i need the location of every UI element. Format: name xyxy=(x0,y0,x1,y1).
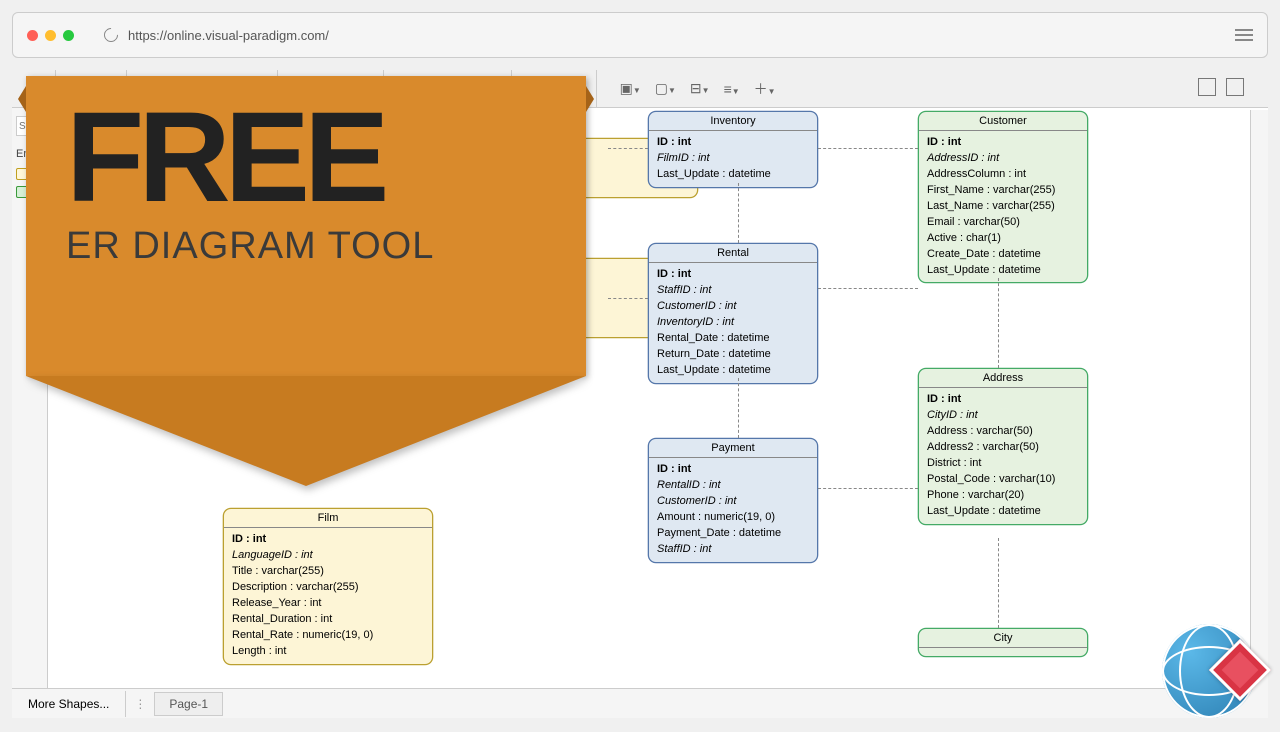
entity-attribute: Phone : varchar(20) xyxy=(927,488,1079,504)
front-icon[interactable]: ▣▼ xyxy=(617,77,644,100)
entity-attribute: Rental_Date : datetime xyxy=(657,331,809,347)
entity-attribute: ID : int xyxy=(927,392,1079,408)
more-shapes-button[interactable]: More Shapes... xyxy=(12,691,126,717)
align-icon[interactable]: ⊟▼ xyxy=(687,77,713,100)
connector[interactable] xyxy=(818,288,918,289)
footer: More Shapes... ⋮ Page-1 xyxy=(12,688,1268,718)
entity-inventory[interactable]: Inventory ID : intFilmID : intLast_Updat… xyxy=(648,111,818,188)
right-scroll-panel[interactable] xyxy=(1250,110,1268,690)
entity-film[interactable]: Film ID : intLanguageID : intTitle : var… xyxy=(223,508,433,665)
entity-attribute: Release_Year : int xyxy=(232,596,424,612)
minimize-icon[interactable] xyxy=(45,30,56,41)
back-icon[interactable]: ▢▼ xyxy=(652,77,679,100)
entity-attribute: Return_Date : datetime xyxy=(657,347,809,363)
connector[interactable] xyxy=(738,378,739,438)
entity-attribute: LanguageID : int xyxy=(232,548,424,564)
entity-attribute: Create_Date : datetime xyxy=(927,247,1079,263)
entity-attribute: Amount : numeric(19, 0) xyxy=(657,510,809,526)
promo-banner: FREE ER DIAGRAM TOOL xyxy=(26,76,586,496)
entity-attribute: Last_Update : datetime xyxy=(927,504,1079,520)
connector[interactable] xyxy=(608,298,648,299)
page-tab[interactable]: Page-1 xyxy=(154,692,223,716)
entity-attribute: StaffID : int xyxy=(657,542,809,558)
entity-attribute: CustomerID : int xyxy=(657,494,809,510)
entity-title: Rental xyxy=(649,244,817,263)
connector[interactable] xyxy=(608,148,648,149)
entity-rental[interactable]: Rental ID : intStaffID : intCustomerID :… xyxy=(648,243,818,384)
entity-attribute: Email : varchar(50) xyxy=(927,215,1079,231)
entity-attribute: Last_Update : datetime xyxy=(657,363,809,379)
entity-attribute: Last_Update : datetime xyxy=(927,263,1079,279)
close-icon[interactable] xyxy=(27,30,38,41)
entity-attribute: StaffID : int xyxy=(657,283,809,299)
entity-attribute: ID : int xyxy=(657,462,809,478)
address-bar[interactable]: https://online.visual-paradigm.com/ xyxy=(104,28,1225,43)
maximize-icon[interactable] xyxy=(63,30,74,41)
entity-title: Customer xyxy=(919,112,1087,131)
connector[interactable] xyxy=(818,148,918,149)
entity-attribute: Postal_Code : varchar(10) xyxy=(927,472,1079,488)
brand-logo xyxy=(1162,624,1256,718)
entity-attribute: Title : varchar(255) xyxy=(232,564,424,580)
entity-payment[interactable]: Payment ID : intRentalID : intCustomerID… xyxy=(648,438,818,563)
format-panel-icon[interactable] xyxy=(1198,78,1216,96)
add-icon[interactable]: ＋▼ xyxy=(751,76,779,102)
outline-panel-icon[interactable] xyxy=(1226,78,1244,96)
connector[interactable] xyxy=(818,488,918,489)
connector[interactable] xyxy=(738,183,739,243)
entity-attribute: District : int xyxy=(927,456,1079,472)
entity-attribute: First_Name : varchar(255) xyxy=(927,183,1079,199)
entity-title: Inventory xyxy=(649,112,817,131)
window-controls xyxy=(27,30,74,41)
entity-attribute: Description : varchar(255) xyxy=(232,580,424,596)
entity-attribute: Last_Name : varchar(255) xyxy=(927,199,1079,215)
entity-attribute: InventoryID : int xyxy=(657,315,809,331)
entity-title: Film xyxy=(224,509,432,528)
entity-title: Payment xyxy=(649,439,817,458)
reload-icon[interactable] xyxy=(101,25,121,45)
entity-attribute: Address : varchar(50) xyxy=(927,424,1079,440)
entity-customer[interactable]: Customer ID : intAddressID : intAddressC… xyxy=(918,111,1088,283)
entity-attribute: ID : int xyxy=(657,135,809,151)
entity-attribute: CustomerID : int xyxy=(657,299,809,315)
entity-attribute: AddressID : int xyxy=(927,151,1079,167)
entity-attribute: Payment_Date : datetime xyxy=(657,526,809,542)
entity-address[interactable]: Address ID : intCityID : intAddress : va… xyxy=(918,368,1088,525)
url-text: https://online.visual-paradigm.com/ xyxy=(128,28,329,43)
entity-attribute: FilmID : int xyxy=(657,151,809,167)
entity-attribute: CityID : int xyxy=(927,408,1079,424)
menu-icon[interactable] xyxy=(1235,29,1253,41)
entity-attribute: Rental_Duration : int xyxy=(232,612,424,628)
entity-title: City xyxy=(919,629,1087,648)
entity-attribute: ID : int xyxy=(927,135,1079,151)
entity-attribute: Address2 : varchar(50) xyxy=(927,440,1079,456)
banner-title: FREE xyxy=(66,104,546,213)
entity-attribute: AddressColumn : int xyxy=(927,167,1079,183)
browser-bar: https://online.visual-paradigm.com/ xyxy=(12,12,1268,58)
banner-subtitle: ER DIAGRAM TOOL xyxy=(66,225,546,268)
entity-attribute: RentalID : int xyxy=(657,478,809,494)
connector[interactable] xyxy=(998,278,999,368)
entity-title: Address xyxy=(919,369,1087,388)
drag-handle-icon[interactable]: ⋮ xyxy=(126,697,154,711)
entity-attribute: Length : int xyxy=(232,644,424,660)
entity-attribute: ID : int xyxy=(657,267,809,283)
distribute-icon[interactable]: ≡▼ xyxy=(721,78,743,100)
connector[interactable] xyxy=(998,538,999,628)
view-buttons xyxy=(1198,78,1244,96)
entity-attribute: Last_Update : datetime xyxy=(657,167,809,183)
entity-attribute: Rental_Rate : numeric(19, 0) xyxy=(232,628,424,644)
entity-attribute: Active : char(1) xyxy=(927,231,1079,247)
entity-city[interactable]: City xyxy=(918,628,1088,657)
entity-attribute: ID : int xyxy=(232,532,424,548)
